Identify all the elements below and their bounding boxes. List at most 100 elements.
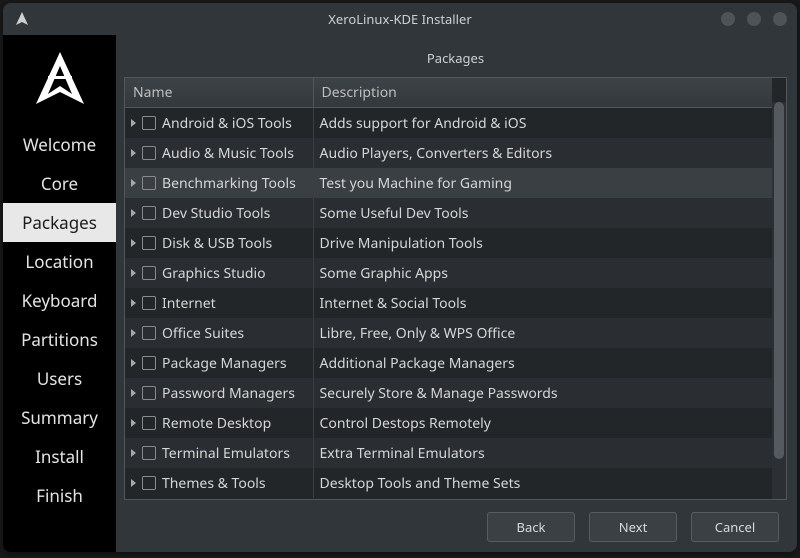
package-description: Extra Terminal Emulators xyxy=(313,438,772,468)
table-row[interactable]: Password Managers Securely Store & Manage… xyxy=(125,378,772,408)
package-description: Additional Package Managers xyxy=(313,348,772,378)
sidebar-step[interactable]: Location xyxy=(3,242,116,281)
sidebar-step[interactable]: Finish xyxy=(3,476,116,515)
table-row[interactable]: Graphics Studio Some Graphic Apps xyxy=(125,258,772,288)
checkbox[interactable] xyxy=(142,296,156,310)
cancel-button[interactable]: Cancel xyxy=(691,512,779,542)
package-description: Some Graphic Apps xyxy=(313,258,772,288)
name-cell: Graphics Studio xyxy=(125,258,313,288)
package-description: Drive Manipulation Tools xyxy=(313,228,772,258)
expand-icon[interactable] xyxy=(131,389,136,397)
expand-icon[interactable] xyxy=(131,269,136,277)
window-title: XeroLinux-KDE Installer xyxy=(3,10,797,28)
package-description: Some Useful Dev Tools xyxy=(313,198,772,228)
column-header-name[interactable]: Name xyxy=(125,78,313,108)
package-description: Audio Players, Converters & Editors xyxy=(313,138,772,168)
back-button[interactable]: Back xyxy=(487,512,575,542)
footer-buttons: Back Next Cancel xyxy=(124,500,787,542)
package-description: Test you Machine for Gaming xyxy=(313,168,772,198)
table-row[interactable]: Themes & ToolsDesktop Tools and Theme Se… xyxy=(125,468,772,498)
sidebar-step[interactable]: Install xyxy=(3,437,116,476)
package-name: Disk & USB Tools xyxy=(162,234,272,253)
sidebar-step[interactable]: Summary xyxy=(3,398,116,437)
checkbox[interactable] xyxy=(142,266,156,280)
expand-icon[interactable] xyxy=(131,149,136,157)
installer-window: XeroLinux-KDE Installer WelcomeCorePacka… xyxy=(3,3,797,552)
sidebar: WelcomeCorePackagesLocationKeyboardParti… xyxy=(3,35,116,552)
package-description: Securely Store & Manage Passwords xyxy=(313,378,772,408)
package-name: Audio & Music Tools xyxy=(162,144,294,163)
name-cell: Office Suites xyxy=(125,318,313,348)
package-name: Terminal Emulators xyxy=(162,444,290,463)
checkbox[interactable] xyxy=(142,356,156,370)
table-row[interactable]: Disk & USB Tools Drive Manipulation Tools xyxy=(125,228,772,258)
package-name: Password Managers xyxy=(162,384,295,403)
table-row[interactable]: Internet Internet & Social Tools xyxy=(125,288,772,318)
table-row[interactable]: Dev Studio Tools Some Useful Dev Tools xyxy=(125,198,772,228)
column-header-description[interactable]: Description xyxy=(313,78,772,108)
expand-icon[interactable] xyxy=(131,329,136,337)
minimize-button[interactable] xyxy=(721,12,735,26)
window-controls xyxy=(721,12,787,26)
window-body: WelcomeCorePackagesLocationKeyboardParti… xyxy=(3,35,797,552)
expand-icon[interactable] xyxy=(131,299,136,307)
page-title: Packages xyxy=(124,43,787,77)
table-row[interactable]: Terminal Emulators Extra Terminal Emulato… xyxy=(125,438,772,468)
sidebar-step[interactable]: Users xyxy=(3,359,116,398)
titlebar: XeroLinux-KDE Installer xyxy=(3,3,797,35)
expand-icon[interactable] xyxy=(131,449,136,457)
name-cell: Package Managers xyxy=(125,348,313,378)
package-description: Libre, Free, Only & WPS Office xyxy=(313,318,772,348)
expand-icon[interactable] xyxy=(131,359,136,367)
maximize-button[interactable] xyxy=(747,12,761,26)
package-name: Office Suites xyxy=(162,324,244,343)
expand-icon[interactable] xyxy=(131,479,136,487)
package-name: Internet xyxy=(162,294,216,313)
checkbox[interactable] xyxy=(142,206,156,220)
checkbox[interactable] xyxy=(142,146,156,160)
checkbox[interactable] xyxy=(142,386,156,400)
package-description: Adds support for Android & iOS xyxy=(313,108,772,139)
table-row[interactable]: Office Suites Libre, Free, Only & WPS Off… xyxy=(125,318,772,348)
package-description: Internet & Social Tools xyxy=(313,288,772,318)
package-name: Package Managers xyxy=(162,354,287,373)
table-row[interactable]: Android & iOS Tools Adds support for Andr… xyxy=(125,108,772,139)
package-description: Desktop Tools and Theme Sets xyxy=(313,468,772,498)
checkbox[interactable] xyxy=(142,236,156,250)
next-button[interactable]: Next xyxy=(589,512,677,542)
table-row[interactable]: Package Managers Additional Package Manag… xyxy=(125,348,772,378)
name-cell: Android & iOS Tools xyxy=(125,108,313,139)
step-list: WelcomeCorePackagesLocationKeyboardParti… xyxy=(3,125,116,515)
package-name: Android & iOS Tools xyxy=(162,114,292,133)
sidebar-step[interactable]: Keyboard xyxy=(3,281,116,320)
checkbox[interactable] xyxy=(142,176,156,190)
package-name: Dev Studio Tools xyxy=(162,204,270,223)
name-cell: Password Managers xyxy=(125,378,313,408)
package-name: Graphics Studio xyxy=(162,264,266,283)
vertical-scrollbar[interactable] xyxy=(772,102,786,499)
expand-icon[interactable] xyxy=(131,419,136,427)
expand-icon[interactable] xyxy=(131,179,136,187)
table-row[interactable]: Audio & Music Tools Audio Players, Conver… xyxy=(125,138,772,168)
sidebar-step[interactable]: Welcome xyxy=(3,125,116,164)
sidebar-step[interactable]: Core xyxy=(3,164,116,203)
table-row[interactable]: Benchmarking Tools Test you Machine for G… xyxy=(125,168,772,198)
sidebar-step[interactable]: Packages xyxy=(3,203,116,242)
table-row[interactable]: Remote DesktopControl Destops Remotely xyxy=(125,408,772,438)
checkbox[interactable] xyxy=(142,326,156,340)
scroll-thumb[interactable] xyxy=(774,102,784,459)
expand-icon[interactable] xyxy=(131,239,136,247)
name-cell: Audio & Music Tools xyxy=(125,138,313,168)
name-cell: Benchmarking Tools xyxy=(125,168,313,198)
checkbox[interactable] xyxy=(142,476,156,490)
expand-icon[interactable] xyxy=(131,119,136,127)
app-icon xyxy=(13,10,31,28)
close-button[interactable] xyxy=(773,12,787,26)
package-name: Benchmarking Tools xyxy=(162,174,296,193)
name-cell: Themes & Tools xyxy=(125,468,313,498)
checkbox[interactable] xyxy=(142,446,156,460)
expand-icon[interactable] xyxy=(131,209,136,217)
checkbox[interactable] xyxy=(142,116,156,130)
checkbox[interactable] xyxy=(142,416,156,430)
sidebar-step[interactable]: Partitions xyxy=(3,320,116,359)
